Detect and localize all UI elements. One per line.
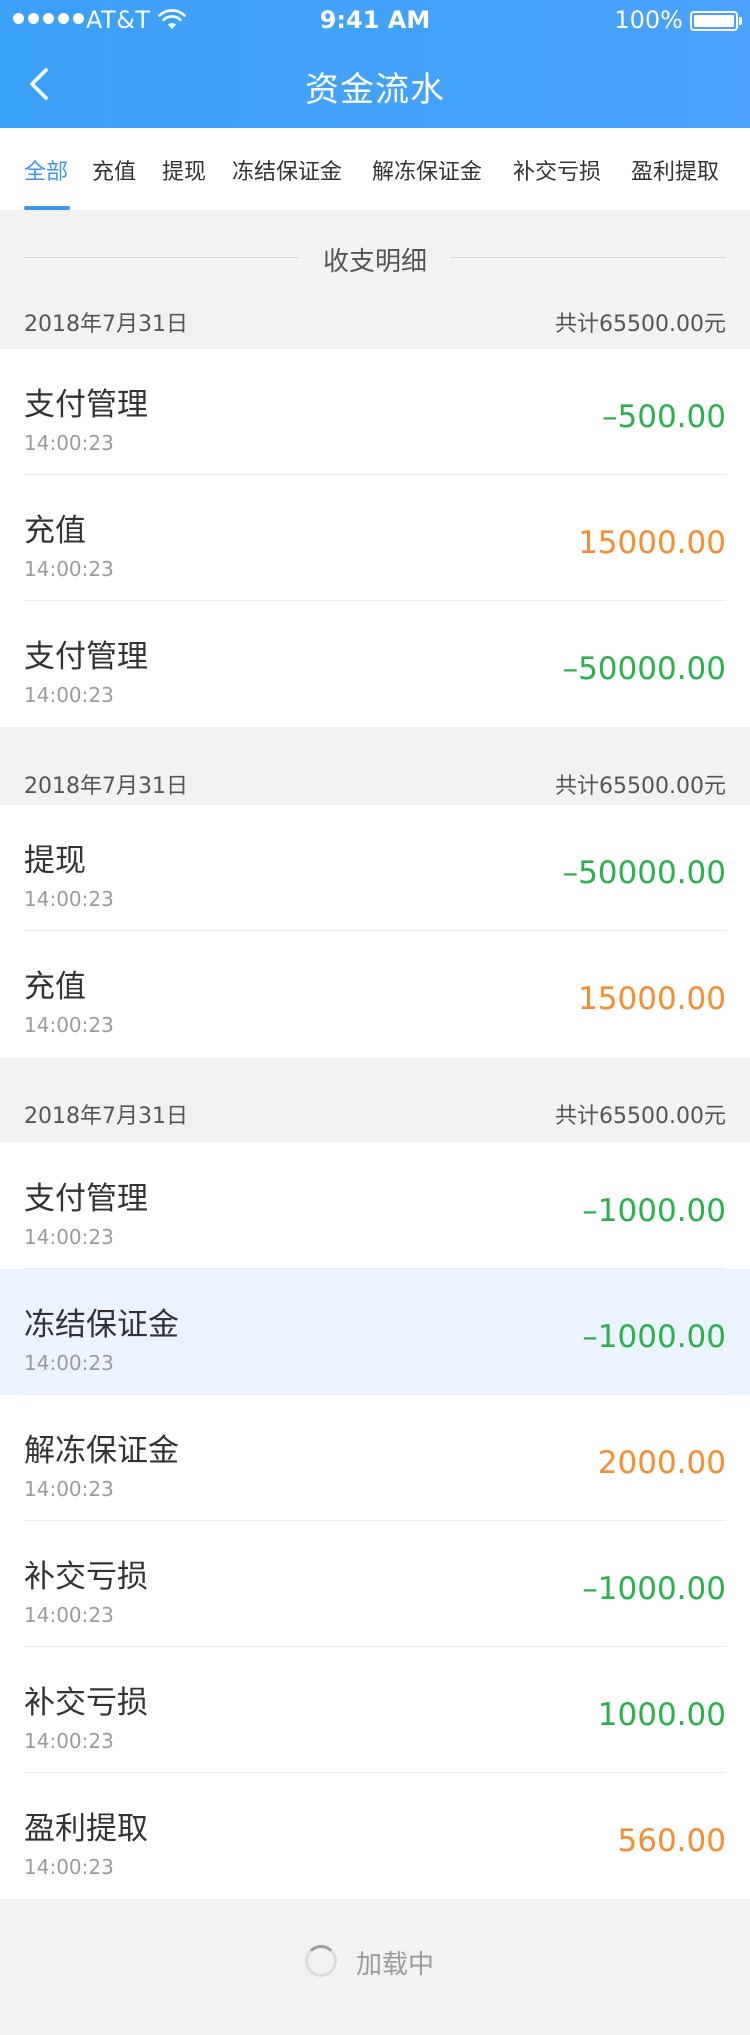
section-heading: 收支明细 — [0, 210, 750, 306]
group-date: 2018年7月31日 — [24, 774, 188, 799]
transaction-row[interactable]: 支付管理 14:00:23 –500.00 — [0, 349, 750, 475]
transaction-time: 14:00:23 — [24, 431, 114, 455]
transaction-amount: –500.00 — [602, 399, 726, 435]
loading-indicator: 加载中 — [0, 1910, 750, 2010]
transaction-time: 14:00:23 — [24, 1603, 114, 1627]
transaction-title: 补交亏损 — [24, 1559, 148, 1595]
tab-freeze-deposit[interactable]: 冻结保证金 — [232, 154, 342, 186]
transaction-row[interactable]: 充值 14:00:23 15000.00 — [0, 475, 750, 601]
transaction-amount: –1000.00 — [582, 1571, 726, 1607]
transaction-time: 14:00:23 — [24, 887, 114, 911]
status-bar: AT&T 9:41 AM 100% — [0, 0, 750, 40]
transaction-title: 支付管理 — [24, 387, 148, 423]
spinner-icon — [305, 1945, 337, 1977]
transaction-group: 2018年7月31日 共计65500.00元 提现 14:00:23 –5000… — [0, 727, 750, 1057]
transaction-title: 冻结保证金 — [24, 1307, 179, 1343]
transaction-time: 14:00:23 — [24, 1225, 114, 1249]
transaction-row[interactable]: 充值 14:00:23 15000.00 — [0, 931, 750, 1057]
group-total: 共计65500.00元 — [555, 312, 726, 337]
transaction-time: 14:00:23 — [24, 1855, 114, 1879]
transaction-time: 14:00:23 — [24, 683, 114, 707]
transaction-group: 2018年7月31日 共计65500.00元 支付管理 14:00:23 –50… — [0, 306, 750, 727]
transaction-time: 14:00:23 — [24, 557, 114, 581]
navigation-bar: 资金流水 — [0, 40, 750, 128]
section-title: 收支明细 — [322, 247, 427, 277]
group-header: 2018年7月31日 共计65500.00元 — [0, 1057, 750, 1143]
tab-unfreeze-deposit[interactable]: 解冻保证金 — [372, 154, 482, 186]
tab-cover-loss[interactable]: 补交亏损 — [513, 154, 601, 186]
transaction-amount: –1000.00 — [582, 1319, 726, 1355]
group-date: 2018年7月31日 — [24, 312, 188, 337]
transaction-amount: 15000.00 — [578, 525, 726, 561]
transaction-row[interactable]: 支付管理 14:00:23 –1000.00 — [0, 1143, 750, 1269]
transaction-time: 14:00:23 — [24, 1477, 114, 1501]
filter-tabs: 全部 充值 提现 冻结保证金 解冻保证金 补交亏损 盈利提取 — [0, 128, 750, 210]
app-header: AT&T 9:41 AM 100% 资金流水 — [0, 0, 750, 128]
transaction-title: 补交亏损 — [24, 1685, 148, 1721]
transaction-title: 支付管理 — [24, 639, 148, 675]
tab-recharge[interactable]: 充值 — [92, 154, 136, 186]
tab-profit-withdraw[interactable]: 盈利提取 — [631, 154, 719, 186]
loading-text: 加载中 — [356, 1950, 435, 1980]
transaction-row[interactable]: 盈利提取 14:00:23 560.00 — [0, 1773, 750, 1899]
battery-icon — [690, 11, 742, 31]
transaction-time: 14:00:23 — [24, 1013, 114, 1037]
transaction-amount: –50000.00 — [562, 651, 726, 687]
transaction-amount: 2000.00 — [597, 1445, 726, 1481]
group-date: 2018年7月31日 — [24, 1104, 188, 1129]
transaction-amount: 15000.00 — [578, 981, 726, 1017]
transaction-row[interactable]: 解冻保证金 14:00:23 2000.00 — [0, 1395, 750, 1521]
group-total: 共计65500.00元 — [555, 774, 726, 799]
group-header: 2018年7月31日 共计65500.00元 — [0, 306, 750, 349]
transaction-amount: 1000.00 — [597, 1697, 726, 1733]
transaction-amount: 560.00 — [617, 1823, 726, 1859]
transaction-title: 提现 — [24, 843, 86, 879]
transaction-time: 14:00:23 — [24, 1729, 114, 1753]
group-total: 共计65500.00元 — [555, 1104, 726, 1129]
battery-percentage: 100% — [614, 6, 683, 34]
transaction-title: 充值 — [24, 969, 86, 1005]
transaction-row[interactable]: 冻结保证金 14:00:23 –1000.00 — [0, 1269, 750, 1395]
transaction-group: 2018年7月31日 共计65500.00元 支付管理 14:00:23 –10… — [0, 1057, 750, 1899]
transaction-title: 盈利提取 — [24, 1811, 148, 1847]
page-title: 资金流水 — [305, 70, 445, 110]
group-header: 2018年7月31日 共计65500.00元 — [0, 727, 750, 805]
transaction-row[interactable]: 提现 14:00:23 –50000.00 — [0, 805, 750, 931]
transaction-row[interactable]: 补交亏损 14:00:23 1000.00 — [0, 1647, 750, 1773]
transaction-amount: –50000.00 — [562, 855, 726, 891]
transaction-row[interactable]: 支付管理 14:00:23 –50000.00 — [0, 601, 750, 727]
transaction-title: 充值 — [24, 513, 86, 549]
transaction-title: 解冻保证金 — [24, 1433, 179, 1469]
tab-all[interactable]: 全部 — [24, 154, 68, 186]
tab-withdraw[interactable]: 提现 — [162, 154, 206, 186]
transaction-title: 支付管理 — [24, 1181, 148, 1217]
transaction-time: 14:00:23 — [24, 1351, 114, 1375]
divider-line-right — [451, 257, 726, 258]
transaction-row[interactable]: 补交亏损 14:00:23 –1000.00 — [0, 1521, 750, 1647]
transaction-amount: –1000.00 — [582, 1193, 726, 1229]
